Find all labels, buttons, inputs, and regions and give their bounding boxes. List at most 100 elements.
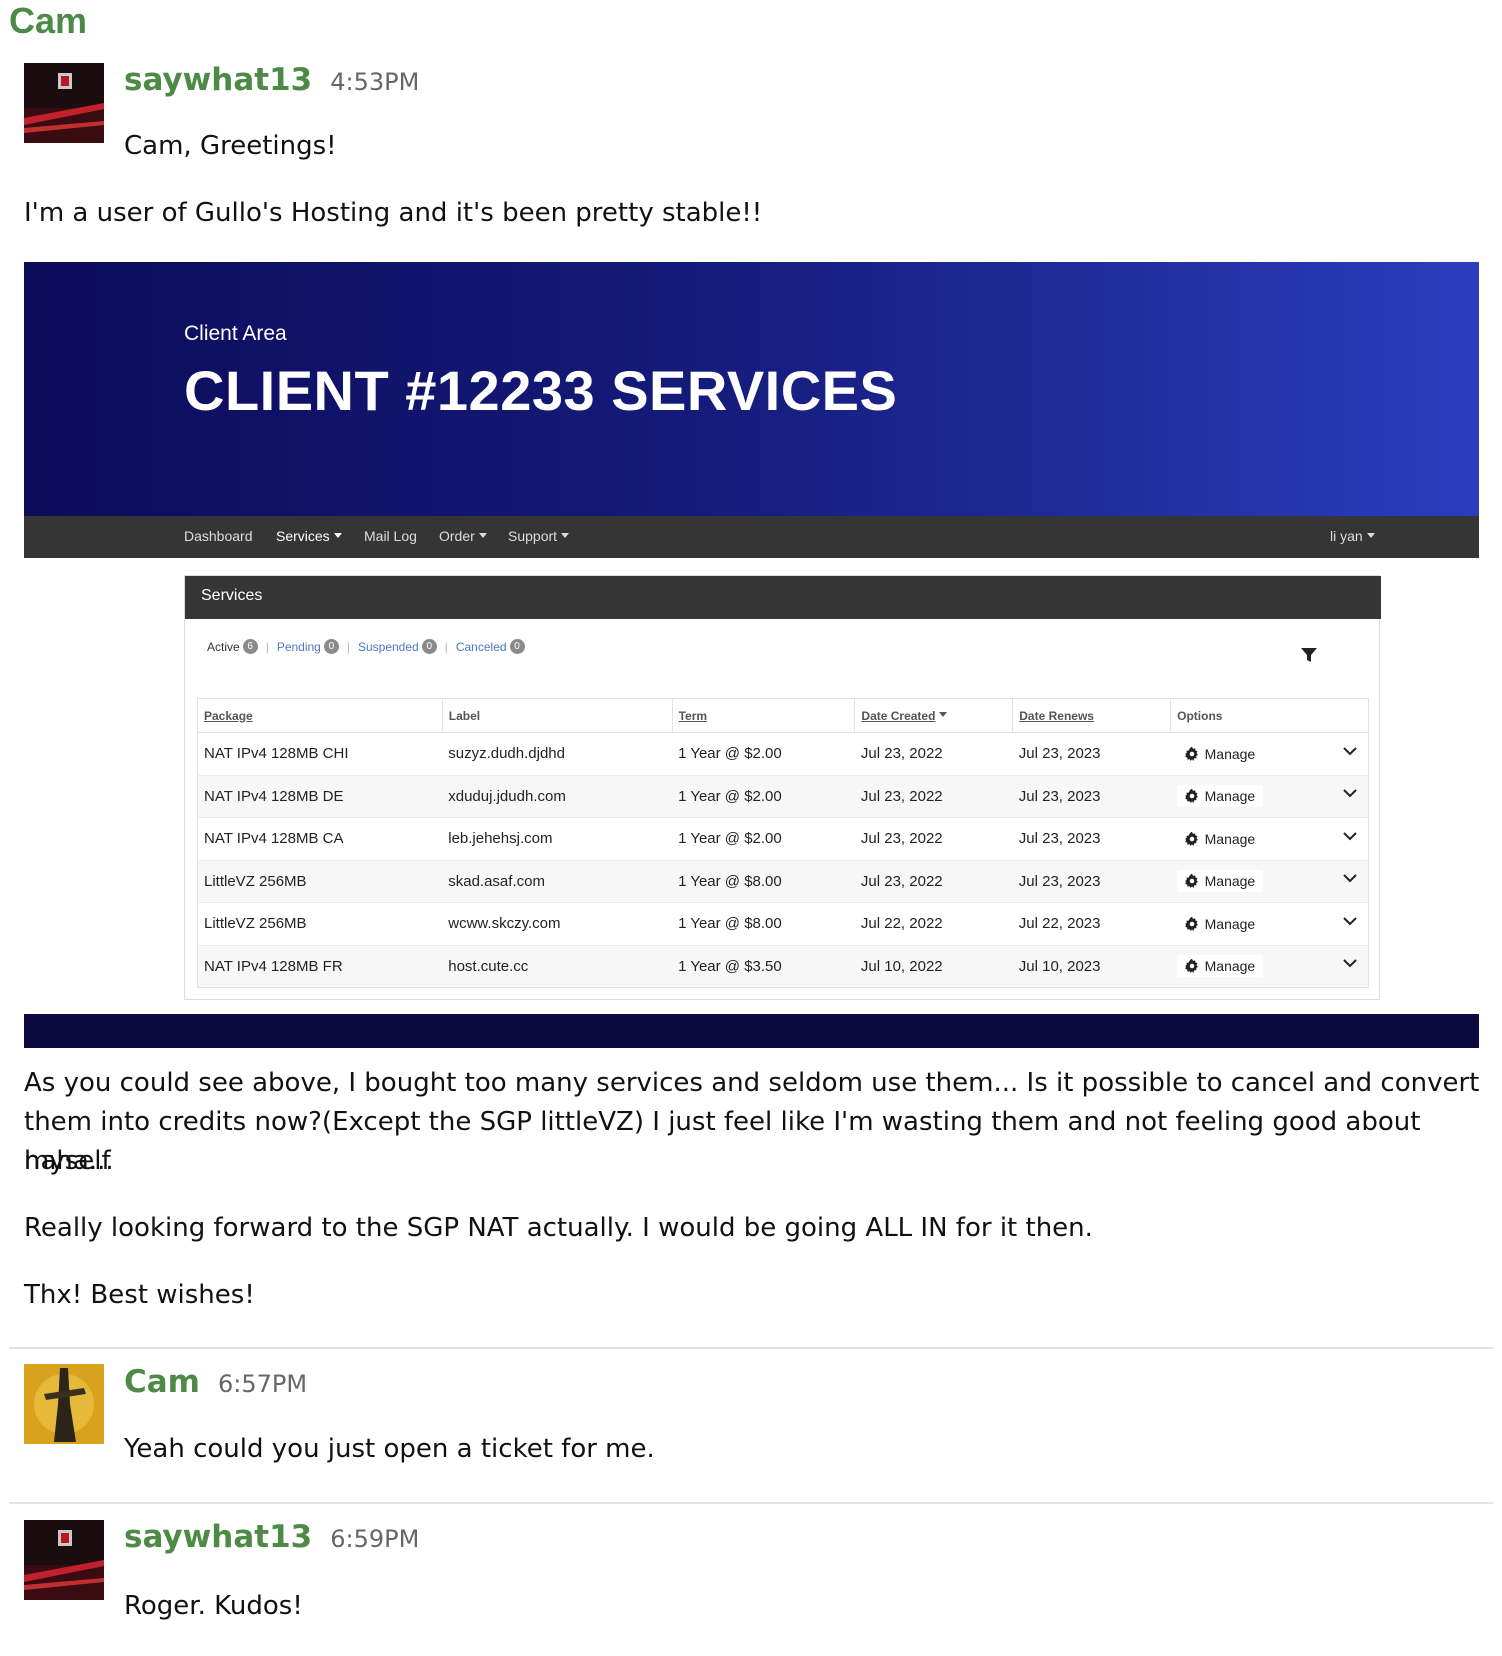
table-header-row: Package Label Term Date Created Date Ren… (197, 698, 1369, 733)
message-username[interactable]: saywhat13 (124, 62, 312, 98)
nav-services[interactable]: Services (276, 528, 342, 544)
column-header-date-renews[interactable]: Date Renews (1012, 698, 1171, 733)
column-header-term[interactable]: Term (671, 698, 855, 733)
gear-icon (1184, 916, 1198, 931)
cell-term: 1 Year @ $2.00 (672, 817, 855, 860)
filter-suspended[interactable]: Suspended 0 (358, 639, 437, 654)
message-divider (9, 1347, 1493, 1349)
gear-icon (1184, 959, 1198, 974)
filter-label: Active (207, 639, 240, 654)
cell-options: Manage (1170, 774, 1369, 818)
count-badge: 0 (509, 639, 525, 654)
filter-active[interactable]: Active 6 (207, 639, 258, 654)
count-badge: 0 (323, 639, 339, 654)
filter-canceled[interactable]: Canceled 0 (456, 639, 525, 654)
cell-term: 1 Year @ $8.00 (672, 902, 855, 945)
message-text: Roger. Kudos! (124, 1591, 303, 1621)
nav-label: Support (508, 528, 558, 544)
cell-date-renews: Jul 10, 2023 (1012, 944, 1171, 988)
avatar-image (24, 1520, 104, 1600)
manage-label: Manage (1204, 788, 1256, 805)
message-text: Yeah could you just open a ticket for me… (124, 1434, 655, 1464)
message-username[interactable]: saywhat13 (124, 1519, 312, 1555)
column-header-date-created[interactable]: Date Created (854, 698, 1013, 733)
cell-options: Manage (1170, 902, 1369, 945)
embedded-screenshot: Client Area CLIENT #12233 SERVICES Dashb… (24, 262, 1479, 1052)
nav-user-menu[interactable]: li yan (1330, 528, 1375, 544)
banner-subtitle: Client Area (184, 322, 287, 345)
filter-pending[interactable]: Pending 0 (277, 639, 339, 654)
filter-separator: | (444, 639, 448, 654)
cell-date-renews: Jul 23, 2023 (1012, 817, 1171, 860)
table-row: LittleVZ 256MB wcww.skczy.com 1 Year @ $8.… (197, 902, 1369, 945)
nav-support[interactable]: Support (508, 528, 570, 544)
avatar[interactable] (24, 63, 104, 143)
cell-date-renews: Jul 23, 2023 (1012, 859, 1171, 903)
cell-options: Manage (1170, 944, 1369, 988)
manage-label: Manage (1204, 915, 1256, 932)
column-header-options: Options (1170, 698, 1369, 733)
chevron-down-icon[interactable] (1342, 743, 1358, 763)
cell-date-created: Jul 22, 2022 (854, 902, 1013, 945)
banner-title: CLIENT #12233 SERVICES (184, 359, 898, 422)
nav-label: Services (276, 528, 330, 544)
avatar[interactable] (24, 1364, 104, 1444)
chevron-down-icon[interactable] (1342, 913, 1358, 933)
manage-button[interactable]: Manage (1176, 955, 1264, 978)
manage-button[interactable]: Manage (1176, 912, 1264, 935)
nav-dashboard[interactable]: Dashboard (184, 528, 253, 544)
message-divider (9, 1502, 1493, 1504)
cell-package: LittleVZ 256MB (197, 859, 443, 903)
cell-package: NAT IPv4 128MB CHI (197, 732, 443, 775)
avatar-image (24, 1364, 104, 1444)
filter-label: Pending (276, 639, 321, 654)
cell-options: Manage (1170, 732, 1369, 775)
message-paragraph: I'm a user of Gullo's Hosting and it's b… (24, 198, 763, 228)
services-panel: Services Active 6 | Pending 0 | Suspended 0… (184, 575, 1381, 1000)
chevron-down-icon[interactable] (1342, 785, 1358, 805)
avatar[interactable] (24, 1520, 104, 1600)
message-paragraph: haha... (24, 1146, 114, 1176)
manage-button[interactable]: Manage (1176, 827, 1264, 850)
gear-icon (1184, 831, 1198, 846)
nav-label: Order (439, 528, 475, 544)
nav-order[interactable]: Order (439, 528, 487, 544)
column-header-label: Label (441, 698, 673, 733)
cell-date-created: Jul 23, 2022 (854, 859, 1013, 903)
gear-icon (1184, 874, 1198, 889)
cell-term: 1 Year @ $2.00 (672, 732, 855, 775)
column-header-package[interactable]: Package (197, 698, 443, 733)
message-time: 4:53PM (330, 68, 420, 96)
gear-icon (1184, 746, 1198, 761)
column-header-text: Date Created (861, 708, 936, 723)
message-paragraph: Thx! Best wishes! (24, 1280, 255, 1310)
manage-button[interactable]: Manage (1176, 742, 1264, 765)
cell-label: xduduj.jdudh.com (442, 774, 673, 818)
services-panel-header: Services (185, 576, 1381, 619)
manage-label: Manage (1204, 830, 1256, 847)
cell-label: suzyz.dudh.djdhd (442, 732, 673, 775)
manage-button[interactable]: Manage (1176, 870, 1264, 893)
client-area-banner: Client Area CLIENT #12233 SERVICES (24, 262, 1479, 516)
manage-button[interactable]: Manage (1176, 785, 1264, 808)
filter-separator: | (265, 639, 269, 654)
manage-label: Manage (1204, 958, 1256, 975)
message-username[interactable]: Cam (124, 1364, 200, 1400)
services-table: Package Label Term Date Created Date Ren… (197, 698, 1369, 988)
services-panel-title: Services (201, 587, 263, 604)
chevron-down-icon[interactable] (1342, 870, 1358, 890)
chevron-down-icon[interactable] (1342, 828, 1358, 848)
caret-down-icon (478, 532, 487, 538)
gear-icon (1184, 789, 1198, 804)
thread-title: Cam (9, 0, 88, 41)
chevron-down-icon[interactable] (1342, 955, 1358, 975)
cell-date-created: Jul 10, 2022 (854, 944, 1013, 988)
filter-icon[interactable] (1300, 646, 1318, 668)
banner-footer (24, 1014, 1479, 1048)
avatar-image (24, 63, 104, 143)
cell-options: Manage (1170, 817, 1369, 860)
cell-package: NAT IPv4 128MB FR (197, 944, 443, 988)
message-text: Cam, Greetings! (124, 131, 337, 161)
nav-mail-log[interactable]: Mail Log (364, 528, 417, 544)
message-time: 6:59PM (330, 1525, 420, 1553)
